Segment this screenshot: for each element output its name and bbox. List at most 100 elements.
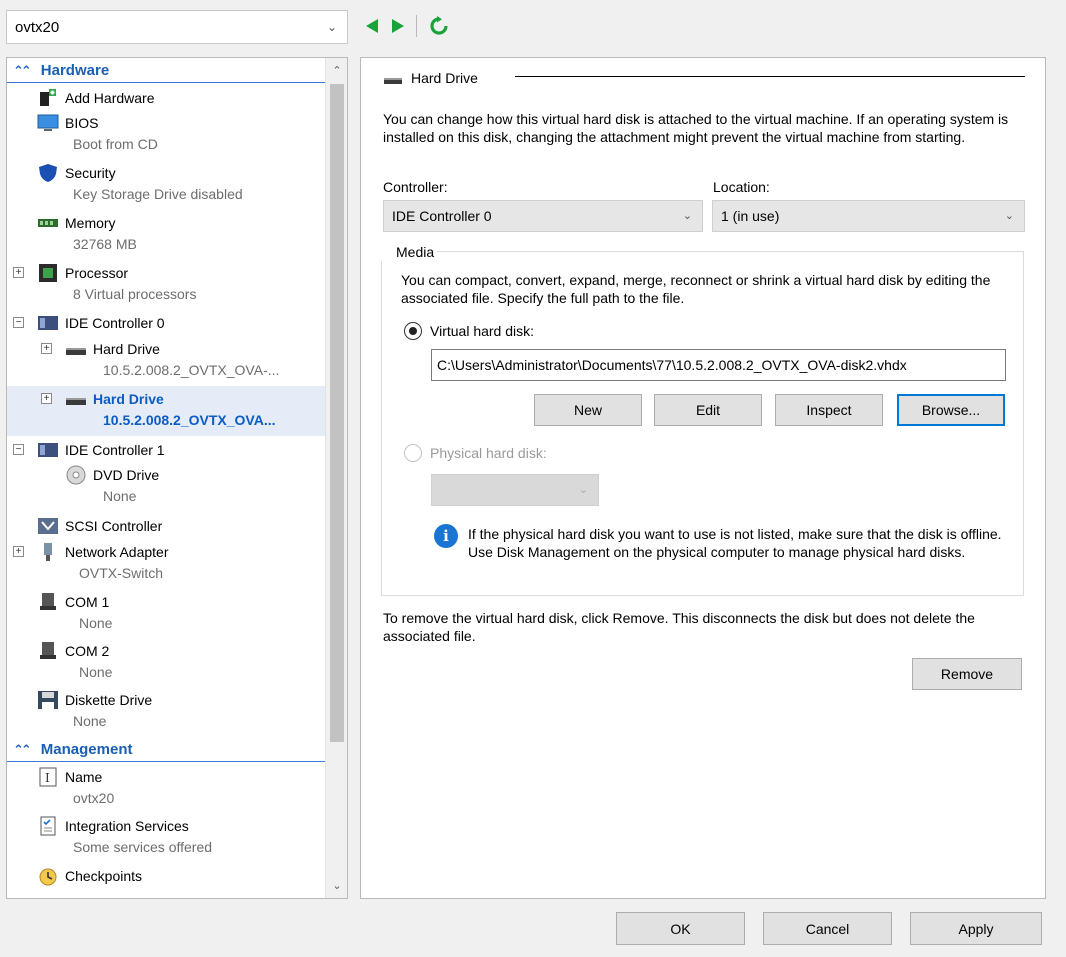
tree-item-bios[interactable]: BIOS Boot from CD — [7, 111, 325, 157]
tree-scrollbar[interactable]: ⌃ ⌄ — [325, 58, 347, 898]
controller-icon — [37, 313, 59, 333]
virtual-hard-disk-label: Virtual hard disk: — [430, 323, 535, 339]
section-label: Management — [40, 741, 133, 758]
expand-icon[interactable]: + — [41, 393, 52, 404]
tree-item-label: COM 2 — [65, 643, 110, 659]
tree-item-label: Hard Drive — [93, 341, 160, 357]
tree-item-diskette-drive[interactable]: Diskette Drive None — [7, 688, 325, 734]
tree-item-name[interactable]: I Name ovtx20 — [7, 765, 325, 811]
vhd-path-input[interactable]: C:\Users\Administrator\Documents\77\10.5… — [431, 349, 1006, 381]
tree-item-sub: 10.5.2.008.2_OVTX_OVA... — [103, 412, 276, 428]
expand-icon[interactable]: + — [41, 343, 52, 354]
tree-item-label: IDE Controller 0 — [65, 315, 165, 331]
add-hardware-icon — [37, 88, 59, 108]
tree-item-ide-controller-1[interactable]: − IDE Controller 1 — [7, 438, 325, 462]
tree-item-com1[interactable]: COM 1 None — [7, 590, 325, 636]
tree-item-dvd-drive[interactable]: DVD Drive None — [7, 463, 325, 509]
vhd-path-value: C:\Users\Administrator\Documents\77\10.5… — [437, 357, 907, 373]
toolbar-divider — [416, 15, 417, 37]
tree-item-security[interactable]: Security Key Storage Drive disabled — [7, 161, 325, 207]
edit-button[interactable]: Edit — [654, 394, 762, 426]
network-adapter-icon — [37, 542, 59, 562]
scroll-up-icon[interactable]: ⌃ — [326, 64, 347, 77]
tree-item-network-adapter[interactable]: + Network Adapter OVTX-Switch — [7, 540, 325, 586]
tree-item-add-hardware[interactable]: Add Hardware — [7, 86, 325, 110]
tree-item-com2[interactable]: COM 2 None — [7, 639, 325, 685]
location-label: Location: — [713, 179, 770, 195]
tree-item-sub: Boot from CD — [73, 136, 158, 152]
section-management[interactable]: ⌃⌃ Management — [7, 738, 325, 762]
tree-item-processor[interactable]: + Processor 8 Virtual processors — [7, 261, 325, 307]
panel-description: You can change how this virtual hard dis… — [383, 111, 1009, 145]
collapse-icon: ⌃⌃ — [13, 62, 32, 78]
memory-icon — [37, 213, 59, 233]
tree-item-label: Add Hardware — [65, 90, 155, 106]
ok-button[interactable]: OK — [616, 912, 745, 945]
collapse-icon[interactable]: − — [13, 317, 24, 328]
inspect-button[interactable]: Inspect — [775, 394, 883, 426]
dvd-icon — [65, 465, 87, 485]
controller-select[interactable]: IDE Controller 0 ⌄ — [383, 200, 703, 232]
remove-button[interactable]: Remove — [912, 658, 1022, 690]
chevron-down-icon: ⌄ — [1004, 210, 1014, 222]
media-label: Media — [381, 243, 438, 261]
panel-title-text: Hard Drive — [411, 70, 478, 86]
media-group: Media You can compact, convert, expand, … — [381, 243, 1024, 596]
scroll-down-icon[interactable]: ⌄ — [326, 879, 347, 892]
location-select-value: 1 (in use) — [721, 208, 780, 224]
tree-item-label: Memory — [65, 215, 116, 231]
controller-icon — [37, 440, 59, 460]
checkpoints-icon — [37, 866, 59, 886]
tree-item-hard-drive-1[interactable]: + Hard Drive 10.5.2.008.2_OVTX_OVA-... — [7, 337, 325, 383]
hard-drive-icon — [65, 389, 87, 409]
location-select[interactable]: 1 (in use) ⌄ — [712, 200, 1025, 232]
physical-hard-disk-radio[interactable] — [404, 444, 422, 462]
tree-item-label: Checkpoints — [65, 868, 143, 884]
tree-item-scsi-controller[interactable]: SCSI Controller — [7, 514, 325, 538]
shield-icon — [37, 163, 59, 183]
tree-item-label: Diskette Drive — [65, 692, 153, 708]
title-divider — [515, 76, 1025, 77]
com-port-icon — [37, 641, 59, 661]
vm-selector-value: ovtx20 — [15, 18, 60, 36]
tree-item-sub: None — [79, 664, 113, 680]
tree-item-hard-drive-2[interactable]: + Hard Drive 10.5.2.008.2_OVTX_OVA... — [7, 386, 325, 436]
tree-item-label: BIOS — [65, 115, 99, 131]
svg-text:I: I — [45, 771, 50, 785]
apply-button[interactable]: Apply — [910, 912, 1042, 945]
new-button[interactable]: New — [534, 394, 642, 426]
forward-arrow-icon[interactable] — [392, 19, 404, 33]
collapse-icon: ⌃⌃ — [13, 741, 32, 757]
info-text: If the physical hard disk you want to us… — [468, 526, 1002, 560]
tree-item-label: Name — [65, 769, 103, 785]
tree-item-label: IDE Controller 1 — [65, 442, 165, 458]
vm-selector[interactable]: ovtx20 ⌄ — [6, 10, 348, 44]
tree-item-sub: 8 Virtual processors — [73, 286, 197, 302]
section-hardware[interactable]: ⌃⌃ Hardware — [7, 59, 325, 83]
tree-item-ide-controller-0[interactable]: − IDE Controller 0 — [7, 311, 325, 335]
expand-icon[interactable]: + — [13, 267, 24, 278]
tree-item-memory[interactable]: Memory 32768 MB — [7, 211, 325, 257]
tree-item-integration-services[interactable]: Integration Services Some services offer… — [7, 814, 325, 860]
tree-item-sub: 10.5.2.008.2_OVTX_OVA-... — [103, 362, 280, 378]
collapse-icon[interactable]: − — [13, 444, 24, 455]
scsi-icon — [37, 516, 59, 536]
refresh-icon[interactable] — [429, 16, 449, 36]
tree-item-label: COM 1 — [65, 594, 110, 610]
expand-icon[interactable]: + — [13, 546, 24, 557]
physical-disk-select[interactable]: ⌄ — [431, 474, 599, 506]
cancel-button[interactable]: Cancel — [763, 912, 892, 945]
name-icon: I — [37, 767, 59, 787]
chevron-down-icon: ⌄ — [578, 484, 588, 496]
virtual-hard-disk-radio[interactable] — [404, 322, 422, 340]
chevron-down-icon: ⌄ — [682, 210, 692, 222]
controller-label: Controller: — [383, 179, 448, 195]
back-arrow-icon[interactable] — [366, 19, 378, 33]
integration-services-icon — [37, 816, 59, 836]
browse-button[interactable]: Browse... — [897, 394, 1005, 426]
scroll-thumb[interactable] — [330, 84, 344, 742]
nav-toolbar — [366, 14, 449, 38]
tree-item-label: Hard Drive — [93, 391, 164, 407]
hard-drive-panel: Hard Drive You can change how this virtu… — [360, 57, 1046, 899]
tree-item-checkpoints[interactable]: Checkpoints — [7, 864, 325, 898]
